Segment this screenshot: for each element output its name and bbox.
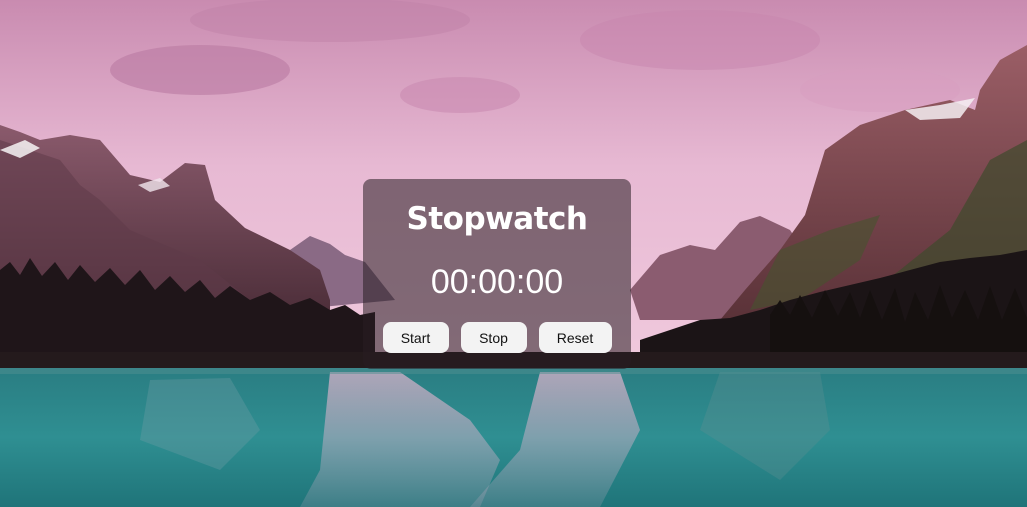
stopwatch-panel: Stopwatch 00:00:00 Start Stop Reset: [363, 179, 631, 369]
stop-button[interactable]: Stop: [460, 322, 527, 353]
app-window: Stopwatch 00:00:00 Start Stop Reset: [0, 0, 1027, 507]
start-button[interactable]: Start: [382, 322, 449, 353]
time-display: 00:00:00: [430, 263, 564, 301]
reset-button[interactable]: Reset: [538, 322, 612, 353]
stopwatch-title: Stopwatch: [406, 201, 588, 237]
stopwatch-controls: Start Stop Reset: [363, 322, 631, 353]
